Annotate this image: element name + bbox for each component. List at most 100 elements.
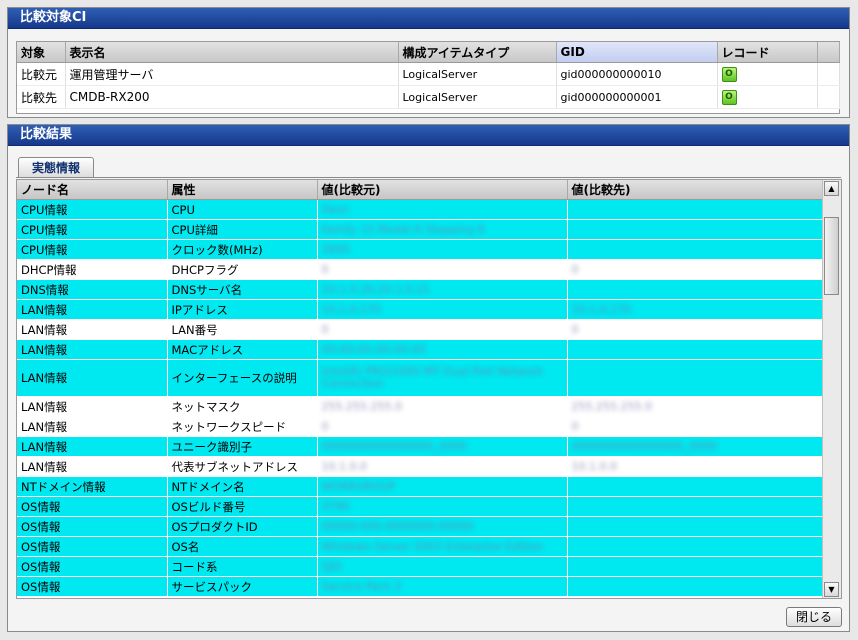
value-target-cell: [567, 219, 823, 240]
value-source-cell: Intel(R) PRO/1000 MT Dual Port Network C…: [317, 359, 568, 397]
value-source-cell: 3790: [317, 496, 568, 517]
node-cell: LAN情報: [17, 319, 168, 340]
table-row[interactable]: OS情報 OS名 Windows Server 2003 Enterprise Ed…: [17, 536, 823, 557]
table-row[interactable]: NTドメイン情報 NTドメイン名 WORKGROUP: [17, 476, 823, 497]
attribute-cell: NTドメイン名: [167, 476, 318, 497]
record-cell: O: [717, 85, 818, 109]
col-header-node[interactable]: ノード名: [17, 180, 168, 200]
table-row[interactable]: DHCP情報 DHCPフラグ 0 0: [17, 259, 823, 280]
table-row[interactable]: OS情報 サービスパック Service Pack 2: [17, 576, 823, 597]
node-cell: LAN情報: [17, 416, 168, 437]
value-source-cell: 10.1.0.20,10.1.0.21: [317, 279, 568, 300]
record-icon[interactable]: O: [721, 89, 737, 105]
value-target-cell: [567, 279, 823, 300]
node-cell: CPU情報: [17, 200, 168, 220]
attribute-cell: コード系: [167, 556, 318, 577]
col-header-attribute[interactable]: 属性: [167, 180, 318, 200]
attribute-cell: ネットマスク: [167, 396, 318, 417]
value-source-cell: Family 15 Model 6 Stepping 8: [317, 219, 568, 240]
table-row[interactable]: LAN情報 MACアドレス 00-00-00-00-00-00: [17, 339, 823, 360]
attribute-cell: ユニーク識別子: [167, 436, 318, 457]
node-cell: OS情報: [17, 496, 168, 517]
scroll-down-icon[interactable]: ▼: [824, 582, 839, 597]
table-row[interactable]: LAN情報 ネットマスク 255.255.255.0 255.255.255.0: [17, 396, 823, 417]
value-target-cell: [567, 516, 823, 537]
value-target-cell: 0000000000000000_0000: [567, 436, 823, 457]
value-target-cell: [567, 339, 823, 360]
scroll-up-icon[interactable]: ▲: [824, 181, 839, 196]
attribute-cell: DNSサーバ名: [167, 279, 318, 300]
vertical-scrollbar[interactable]: ▲ ▼: [822, 180, 841, 598]
col-header-type[interactable]: 構成アイテムタイプ: [398, 42, 557, 63]
node-cell: CPU情報: [17, 219, 168, 240]
col-header-record[interactable]: レコード: [717, 42, 818, 63]
value-source-cell: 0: [317, 416, 568, 437]
scroll-thumb[interactable]: [824, 217, 839, 295]
table-row[interactable]: LAN情報 LAN番号 0 0: [17, 319, 823, 340]
value-target-cell: 0: [567, 319, 823, 340]
value-source-cell: 0: [317, 319, 568, 340]
node-cell: NTドメイン情報: [17, 476, 168, 497]
target-cell: 比較元: [17, 62, 66, 86]
compare-result-table: ノード名 属性 値(比較元) 値(比較先) CPU情報 CPU Xeon CPU情報 C…: [16, 179, 842, 599]
compare-result-panel: 比較結果 実態情報 ノード名 属性 値(比較元) 値(比較先) CPU情報 CPU…: [7, 124, 850, 632]
value-target-cell: [567, 476, 823, 497]
gid-cell: gid000000000010: [556, 62, 718, 86]
attribute-cell: 代表サブネットアドレス: [167, 456, 318, 477]
node-cell: OS情報: [17, 576, 168, 597]
attribute-cell: ネットワークスピード: [167, 416, 318, 437]
col-header-value-target[interactable]: 値(比較先): [567, 180, 824, 200]
compare-target-title: 比較対象CI: [8, 8, 849, 29]
table-row[interactable]: LAN情報 IPアドレス 10.1.0.170 10.1.0.170: [17, 299, 823, 320]
col-header-value-source[interactable]: 値(比較元): [317, 180, 568, 200]
close-button[interactable]: 閉じる: [786, 607, 842, 627]
display-name-cell: 運用管理サーバ: [65, 62, 399, 86]
attribute-cell: CPU: [167, 200, 318, 220]
table-row[interactable]: OS情報 コード系 SJIS: [17, 556, 823, 577]
value-source-cell: 00-00-00-00-00-00: [317, 339, 568, 360]
compare-target-table: 対象 表示名 構成アイテムタイプ GID レコード 比較元 運用管理サーバ Lo…: [16, 41, 840, 114]
gid-cell: gid000000000001: [556, 85, 718, 109]
value-source-cell: 00000-000-0000000-00000: [317, 516, 568, 537]
table-row[interactable]: LAN情報 代表サブネットアドレス 10.1.0.0 10.1.0.0: [17, 456, 823, 477]
table-row[interactable]: CPU情報 CPU詳細 Family 15 Model 6 Stepping 8: [17, 219, 823, 240]
col-header-target[interactable]: 対象: [17, 42, 66, 63]
node-cell: LAN情報: [17, 299, 168, 320]
table-row[interactable]: OS情報 OSビルド番号 3790: [17, 496, 823, 517]
table-row[interactable]: 比較元 運用管理サーバ LogicalServer gid00000000001…: [17, 62, 840, 86]
table-row[interactable]: LAN情報 ネットワークスピード 0 0: [17, 416, 823, 437]
table-row[interactable]: LAN情報 インターフェースの説明 Intel(R) PRO/1000 MT Dua…: [17, 359, 823, 397]
compare-target-panel: 比較対象CI 対象 表示名 構成アイテムタイプ GID レコード 比較元 運用管…: [7, 7, 850, 118]
attribute-cell: IPアドレス: [167, 299, 318, 320]
type-cell: LogicalServer: [398, 85, 557, 109]
col-header-gid[interactable]: GID: [556, 42, 718, 63]
attribute-cell: CPU詳細: [167, 219, 318, 240]
table-row[interactable]: DNS情報 DNSサーバ名 10.1.0.20,10.1.0.21: [17, 279, 823, 300]
record-icon[interactable]: O: [721, 66, 737, 82]
col-header-display-name[interactable]: 表示名: [65, 42, 399, 63]
table-row[interactable]: LAN情報 ユニーク識別子 0000000000000000_0000 0000000…: [17, 436, 823, 457]
value-source-cell: Xeon: [317, 200, 568, 220]
attribute-cell: クロック数(MHz): [167, 239, 318, 260]
compare-result-title: 比較結果: [8, 125, 849, 146]
value-source-cell: Service Pack 2: [317, 576, 568, 597]
node-cell: LAN情報: [17, 396, 168, 417]
tab-actual-info[interactable]: 実態情報: [18, 157, 94, 178]
node-cell: OS情報: [17, 536, 168, 557]
node-cell: OS情報: [17, 556, 168, 577]
table-row[interactable]: CPU情報 CPU Xeon: [17, 200, 823, 220]
node-cell: CPU情報: [17, 239, 168, 260]
value-target-cell: [567, 576, 823, 597]
node-cell: OS情報: [17, 516, 168, 537]
tab-divider: [16, 177, 841, 178]
table-row[interactable]: OS情報 OSプロダクトID 00000-000-0000000-00000: [17, 516, 823, 537]
table-row[interactable]: 比較先 CMDB-RX200 LogicalServer gid00000000…: [17, 85, 840, 109]
node-cell: DHCP情報: [17, 259, 168, 280]
table-row[interactable]: CPU情報 クロック数(MHz) 3000: [17, 239, 823, 260]
value-target-cell: 10.1.0.170: [567, 299, 823, 320]
type-cell: LogicalServer: [398, 62, 557, 86]
display-name-cell: CMDB-RX200: [65, 85, 399, 109]
result-table-body[interactable]: CPU情報 CPU Xeon CPU情報 CPU詳細 Family 15 Model 6 …: [17, 200, 823, 598]
value-target-cell: [567, 239, 823, 260]
value-source-cell: 0000000000000000_0000: [317, 436, 568, 457]
